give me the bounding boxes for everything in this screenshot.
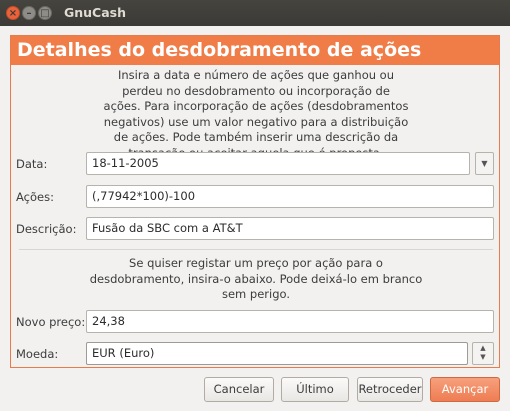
intro-line: Insira a data e número de ações que ganh… [117,68,395,82]
new-price-field[interactable]: 24,38 [86,310,494,333]
price-intro-line: desdobramento, insira-o abaixo. Pode dei… [89,271,423,286]
window-title: GnuCash [64,5,127,20]
currency-select[interactable]: EUR (Euro) [86,342,468,365]
intro-line: ações. Para incorporação de ações (desdo… [103,99,409,113]
date-field[interactable]: 18-11-2005 [86,152,470,175]
assistant-page: Detalhes do desdobramento de ações Insir… [10,35,500,368]
description-label: Descrição: [16,222,77,236]
window-titlebar: × – □ GnuCash [0,0,510,26]
price-intro-line: sem perigo. [221,287,290,301]
intro-line: perdeu no desdobramento ou incorporação … [122,83,390,98]
intro-text: Insira a data e número de ações que ganh… [71,68,441,161]
price-intro-text: Se quiser registar um preço por ação par… [51,256,461,303]
shares-field[interactable]: (,77942*100)-100 [86,185,494,208]
page-title: Detalhes do desdobramento de ações [11,36,499,65]
spin-down-icon[interactable]: ▼ [473,353,493,362]
currency-label: Moeda: [16,347,59,361]
window-maximize-button[interactable]: □ [38,6,52,20]
description-field[interactable]: Fusão da SBC com a AT&T [86,217,494,240]
shares-label: Ações: [16,190,54,204]
new-price-label: Novo preço: [16,315,86,329]
date-label: Data: [16,157,48,171]
forward-button[interactable]: Avançar [430,377,500,402]
window-minimize-button[interactable]: – [22,6,36,20]
window-close-button[interactable]: × [6,6,20,20]
spin-up-icon[interactable]: ▲ [473,344,493,353]
back-button[interactable]: Retroceder [357,377,423,402]
currency-spinner[interactable]: ▲ ▼ [472,342,494,365]
last-button[interactable]: Último [281,377,349,402]
intro-line: de ações. Pode também inserir uma descri… [113,130,399,144]
chevron-down-icon: ▼ [481,159,488,168]
separator [19,249,493,250]
intro-line: negativos) use um valor negativo para a … [103,114,409,129]
cancel-button[interactable]: Cancelar [204,377,274,402]
date-dropdown-button[interactable]: ▼ [475,152,494,175]
price-intro-line: Se quiser registar um preço por ação par… [129,256,383,270]
